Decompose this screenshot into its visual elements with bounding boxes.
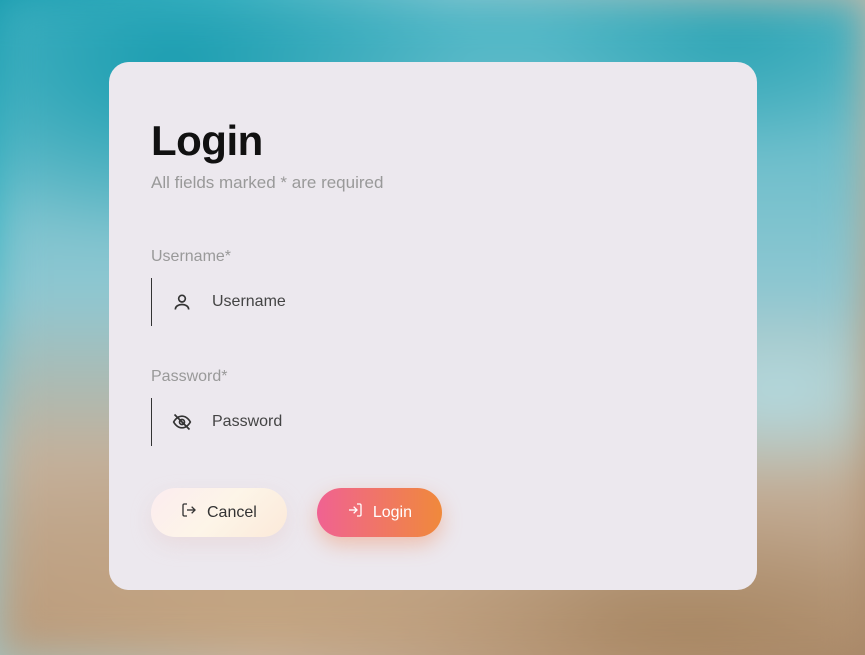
login-icon: [347, 502, 363, 523]
username-field-group: Username*: [151, 248, 715, 326]
username-input-wrapper: [151, 278, 715, 326]
eye-off-icon[interactable]: [172, 412, 192, 432]
password-field-group: Password*: [151, 368, 715, 446]
password-input[interactable]: [212, 413, 715, 431]
page-title: Login: [151, 117, 715, 165]
login-card: Login All fields marked * are required U…: [109, 62, 757, 590]
username-input[interactable]: [212, 293, 715, 311]
user-icon: [172, 292, 192, 312]
login-button[interactable]: Login: [317, 488, 442, 537]
cancel-button-label: Cancel: [207, 504, 257, 522]
password-label: Password*: [151, 368, 715, 386]
logout-icon: [181, 502, 197, 523]
username-label: Username*: [151, 248, 715, 266]
login-button-label: Login: [373, 504, 412, 522]
password-input-wrapper: [151, 398, 715, 446]
button-row: Cancel Login: [151, 488, 715, 537]
cancel-button[interactable]: Cancel: [151, 488, 287, 537]
subtitle-text: All fields marked * are required: [151, 173, 715, 193]
